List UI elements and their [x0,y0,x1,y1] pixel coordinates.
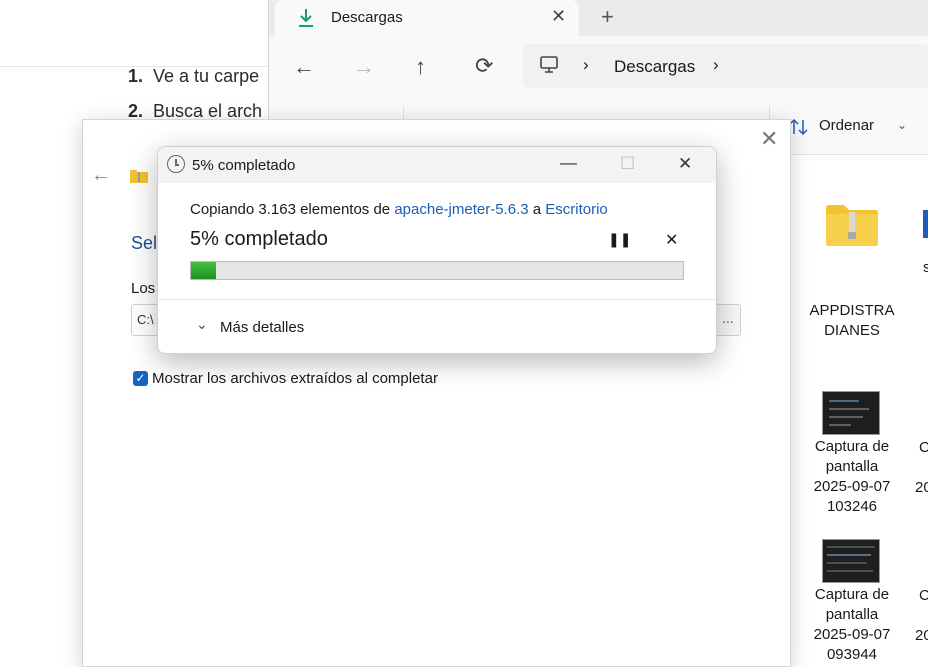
copy-description: Copiando 3.163 elementos de apache-jmete… [190,201,608,218]
progress-bar [190,261,684,280]
partial-file-label: C [919,439,928,456]
minimize-button[interactable]: — [560,153,577,173]
copy-mid: a [528,201,546,218]
screenshot-thumbnail [822,539,880,583]
tab-close-icon[interactable]: ✕ [551,6,566,27]
show-files-checkbox[interactable]: ✓ [133,371,148,386]
list-text: Ve a tu carpe [153,66,260,86]
list-number: 1. [128,66,144,86]
address-chevron-icon[interactable]: › [713,55,719,75]
partial-file-label: 20 [915,479,928,496]
partial-file-label: C [919,587,928,604]
more-details-button[interactable]: Más detalles [220,319,304,336]
browse-button[interactable]: ... [715,304,741,336]
file-name: APPDISTRA DIANES [809,302,895,339]
destination-link[interactable]: Escritorio [545,201,608,218]
sort-icon [789,118,808,136]
tab-descargas[interactable]: Descargas ✕ [275,0,579,36]
close-button[interactable]: ✕ [678,154,692,174]
address-bar[interactable]: › Descargas › [523,44,928,88]
list-text: Busca el arch [153,101,263,121]
progress-status: 5% completado [190,228,328,250]
list-item: 1. Ve a tu carpe [128,66,259,87]
clock-icon [167,155,185,173]
extract-heading: Sel [131,233,158,253]
destination-path-value: C:\ [137,312,154,327]
close-icon[interactable]: ✕ [760,126,778,152]
sort-label: Ordenar [819,117,875,134]
maximize-button: ☐ [620,154,636,173]
file-name: Captura de pantalla 2025-09-07 093944 [813,586,891,663]
dialog-titlebar: 5% completado — ☐ ✕ [158,147,716,183]
tab-bar: Descargas ✕ + [269,0,928,36]
show-files-label: Mostrar los archivos extraídos al comple… [152,370,438,387]
up-arrow-icon[interactable]: ↑ [415,54,426,80]
dialog-divider [158,299,716,300]
list-number: 2. [128,101,144,121]
address-separator: › [583,55,589,74]
new-tab-button[interactable]: + [601,4,614,30]
monitor-icon [540,56,558,73]
dialog-title: 5% completado [192,157,296,174]
forward-arrow-icon[interactable]: → [353,54,375,80]
pause-button[interactable]: ❚❚ [608,231,631,248]
cancel-button[interactable]: ✕ [665,230,678,250]
partial-file-label: s [923,259,928,276]
refresh-icon[interactable]: ⟳ [475,53,493,79]
back-arrow-icon[interactable]: ← [293,54,315,80]
chevron-down-icon[interactable]: ⌄ [196,316,208,333]
source-link[interactable]: apache-jmeter-5.6.3 [394,201,528,218]
partial-file-label: 20 [915,627,928,644]
copy-progress-dialog: 5% completado — ☐ ✕ Copiando 3.163 eleme… [157,146,717,354]
address-crumb[interactable]: Descargas [614,57,695,77]
tab-title: Descargas [331,9,403,26]
chevron-down-icon: ⌄ [897,118,908,132]
progress-bar-fill [191,262,216,279]
zip-folder-icon [130,170,148,183]
copy-prefix: Copiando 3.163 elementos de [190,201,395,218]
back-arrow-icon[interactable]: ← [91,164,111,187]
destination-label: Los [131,280,156,297]
download-icon [299,9,313,27]
file-name: Captura de pantalla 2025-09-07 103246 [813,438,891,515]
zip-folder-icon [826,205,878,246]
screenshot-thumbnail [822,391,880,435]
partial-file-icon [923,210,928,238]
